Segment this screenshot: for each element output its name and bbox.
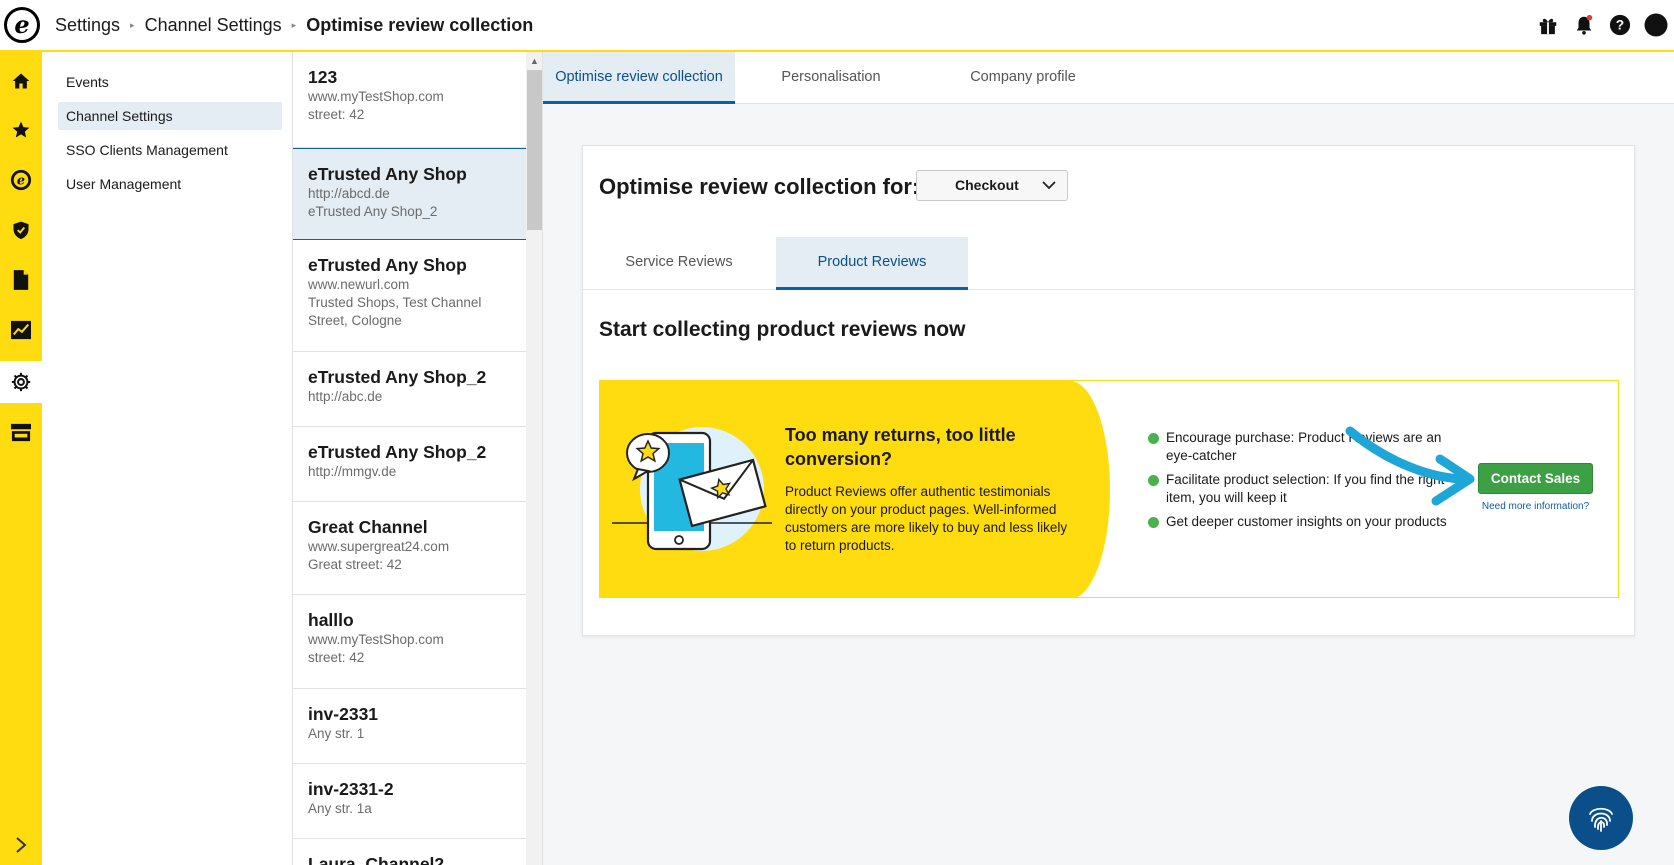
channel-name: eTrusted Any Shop_2	[308, 442, 487, 462]
product-reviews-promo: Too many returns, too little conversion?…	[599, 380, 1619, 598]
subnav-item-events[interactable]: Events	[58, 68, 282, 96]
etrusted-logo[interactable]: e	[4, 7, 40, 43]
tab-service-reviews[interactable]: Service Reviews	[583, 237, 775, 290]
card-title: Optimise review collection for:	[599, 174, 920, 199]
channel-detail: street: 42	[308, 650, 365, 665]
breadcrumb-settings[interactable]: Settings	[55, 15, 120, 36]
bell-icon[interactable]	[1566, 7, 1602, 43]
channel-detail: Any str. 1	[308, 726, 365, 741]
channel-item[interactable]: halllo www.myTestShop.com street: 42	[293, 595, 526, 689]
channel-name: Great Channel	[308, 517, 428, 537]
top-bar: e Settings ▸ Channel Settings ▸ Optimise…	[0, 0, 1674, 52]
channel-name: eTrusted Any Shop	[308, 164, 467, 184]
tab-company-profile[interactable]: Company profile	[927, 52, 1119, 104]
main-nav-rail: e	[0, 52, 42, 865]
subnav-item-user-management[interactable]: User Management	[58, 170, 282, 198]
bullet-dot-icon	[1148, 475, 1159, 486]
help-icon[interactable]: ?	[1602, 7, 1638, 43]
channel-item[interactable]: eTrusted Any Shop_2 http://mmgv.de	[293, 427, 526, 502]
star-icon[interactable]	[0, 109, 42, 151]
channel-detail: Street, Cologne	[308, 313, 402, 328]
review-collection-card: Optimise review collection for: Checkout…	[582, 145, 1635, 636]
promo-title: Too many returns, too little conversion?	[785, 425, 1016, 469]
svg-text:?: ?	[1616, 18, 1624, 33]
settings-tabs: Optimise review collection Personalisati…	[543, 52, 1674, 104]
breadcrumb-current: Optimise review collection	[306, 14, 534, 35]
gift-icon[interactable]	[1530, 7, 1566, 43]
phone-envelope-illustration	[612, 427, 772, 551]
channel-detail: http://mmgv.de	[308, 464, 397, 479]
arrow-pointer-icon	[1345, 426, 1475, 506]
breadcrumb: Settings ▸ Channel Settings ▸ Optimise r…	[55, 15, 533, 36]
section-title: Start collecting product reviews now	[599, 318, 966, 341]
store-icon[interactable]	[0, 411, 42, 453]
chart-icon[interactable]	[0, 309, 42, 351]
benefit-item: Get deeper customer insights on your pro…	[1148, 513, 1448, 531]
etrusted-icon[interactable]: e	[0, 159, 42, 201]
breadcrumb-separator-icon: ▸	[130, 19, 135, 30]
channel-detail: Great street: 42	[308, 557, 402, 572]
bullet-dot-icon	[1148, 433, 1159, 444]
channel-detail: street: 42	[308, 107, 365, 122]
document-icon[interactable]	[0, 259, 42, 301]
settings-subnav: Events Channel Settings SSO Clients Mana…	[42, 52, 292, 865]
scroll-up-icon[interactable]: ▲	[526, 56, 543, 66]
chevron-right-icon[interactable]	[0, 830, 42, 860]
subnav-item-channel-settings[interactable]: Channel Settings	[58, 102, 282, 130]
channel-item[interactable]: inv-2331-2 Any str. 1a	[293, 764, 526, 839]
channel-detail: http://abc.de	[308, 389, 383, 404]
channel-name: inv-2331-2	[308, 779, 394, 799]
trigger-select[interactable]: Checkout	[916, 170, 1068, 201]
breadcrumb-separator-icon: ▸	[291, 19, 297, 30]
review-type-tabs: Service Reviews Product Reviews	[583, 237, 1634, 290]
channel-detail: www.newurl.com	[308, 277, 410, 292]
channel-item[interactable]: eTrusted Any Shop www.newurl.com Trusted…	[293, 240, 526, 352]
channel-item[interactable]: 123 www.myTestShop.com street: 42	[293, 52, 526, 148]
chevron-down-icon	[1042, 181, 1056, 190]
channel-item[interactable]: eTrusted Any Shop_2 http://abc.de	[293, 352, 526, 427]
channel-name: inv-2331	[308, 704, 379, 724]
select-value: Checkout	[955, 177, 1019, 193]
channel-name: eTrusted Any Shop	[308, 255, 467, 275]
bullet-dot-icon	[1148, 517, 1159, 528]
channel-item[interactable]: Great Channel www.supergreat24.com Great…	[293, 502, 526, 595]
channel-list-scrollbar[interactable]: ▲	[526, 52, 543, 865]
need-more-info-link[interactable]: Need more information?	[1478, 501, 1593, 512]
channel-item[interactable]: inv-2331 Any str. 1	[293, 689, 526, 764]
shield-icon[interactable]	[0, 209, 42, 251]
channel-detail: eTrusted Any Shop_2	[308, 204, 438, 219]
channel-detail: www.supergreat24.com	[308, 539, 450, 554]
header-actions: ?	[1530, 0, 1674, 50]
channel-list: 123 www.myTestShop.com street: 42 eTrust…	[292, 52, 526, 865]
tab-personalisation[interactable]: Personalisation	[735, 52, 927, 104]
account-icon[interactable]	[1638, 7, 1674, 43]
scroll-thumb[interactable]	[527, 70, 542, 230]
channel-detail: Any str. 1a	[308, 801, 372, 816]
channel-detail: www.myTestShop.com	[308, 89, 444, 104]
main-content: Optimise review collection Personalisati…	[543, 52, 1674, 865]
channel-name: eTrusted Any Shop_2	[308, 367, 487, 387]
gear-icon[interactable]	[0, 361, 42, 403]
channel-detail: http://abcd.de	[308, 186, 390, 201]
fingerprint-icon[interactable]	[1569, 786, 1633, 850]
subnav-item-sso-clients-management[interactable]: SSO Clients Management	[58, 136, 282, 164]
channel-name: 123	[308, 67, 338, 87]
channel-name: Laura_Channel2	[308, 854, 445, 865]
breadcrumb-channel-settings[interactable]: Channel Settings	[145, 15, 282, 36]
tab-product-reviews[interactable]: Product Reviews	[776, 237, 968, 290]
channel-name: halllo	[308, 610, 354, 630]
channel-item[interactable]: Laura_Channel2	[293, 839, 526, 865]
channel-item-selected[interactable]: eTrusted Any Shop http://abcd.de eTruste…	[293, 148, 526, 240]
svg-text:e: e	[17, 174, 25, 189]
home-icon[interactable]	[0, 60, 42, 102]
tab-optimise-review-collection[interactable]: Optimise review collection	[543, 52, 735, 104]
channel-detail: www.myTestShop.com	[308, 632, 444, 647]
contact-sales-button[interactable]: Contact Sales	[1478, 463, 1593, 494]
promo-text: Product Reviews offer authentic testimon…	[785, 484, 1068, 553]
channel-detail: Trusted Shops, Test Channel	[308, 295, 482, 310]
